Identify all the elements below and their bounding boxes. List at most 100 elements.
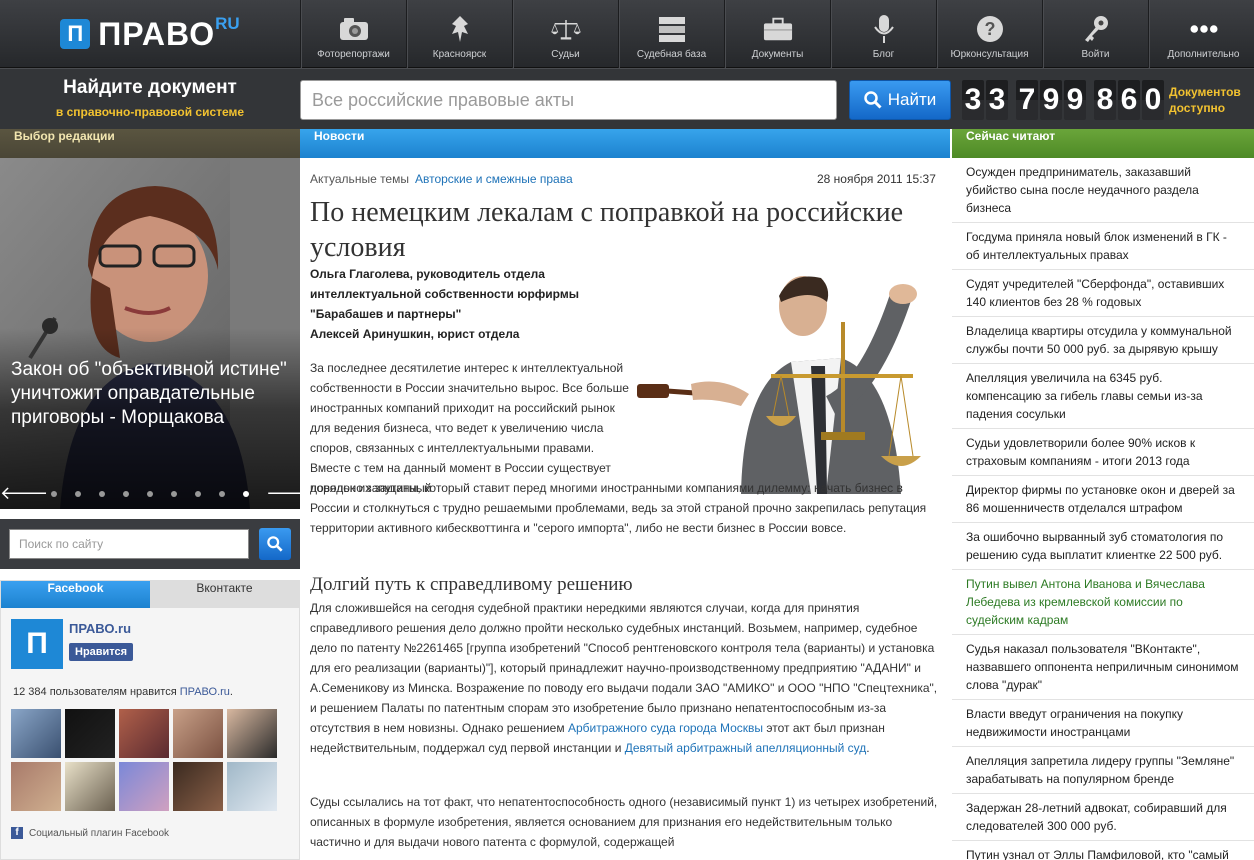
nav-login[interactable]: Войти	[1042, 0, 1148, 68]
news-item[interactable]: Директор фирмы по установке окон и двере…	[952, 476, 1254, 523]
news-item[interactable]: За ошибочно вырванный зуб стоматология п…	[952, 523, 1254, 570]
question-icon: ?	[975, 14, 1005, 44]
document-search-input[interactable]	[300, 80, 837, 120]
carousel-dot[interactable]	[99, 490, 105, 497]
facebook-plugin-label: Социальный плагин Facebook	[29, 827, 170, 839]
avatar[interactable]	[173, 762, 223, 811]
social-widget: Facebook Вконтакте П ПРАВО.ru Нравится 1…	[0, 580, 300, 860]
paragraph-text: .	[866, 741, 870, 755]
article-title: По немецким лекалам с поправкой на росси…	[310, 197, 904, 263]
news-item[interactable]: Власти введут ограничения на покупку нед…	[952, 700, 1254, 747]
nav-consultation[interactable]: ? Юрконсультация	[936, 0, 1042, 68]
nav-blog[interactable]: Блог	[830, 0, 936, 68]
crumb-topics[interactable]: Актуальные темы	[310, 172, 409, 186]
facebook-plugin-note[interactable]: f Социальный плагин Facebook	[11, 827, 169, 839]
nav-photoreports[interactable]: Фоторепортажи	[300, 0, 406, 68]
counter-digit: 0	[1142, 80, 1164, 120]
avatar[interactable]	[11, 762, 61, 811]
news-item[interactable]: Апелляция увеличила на 6345 руб. компенс…	[952, 364, 1254, 429]
microphone-icon	[869, 14, 899, 44]
page-logo[interactable]: П	[11, 619, 63, 669]
find-button[interactable]: Найти	[849, 80, 951, 120]
site-search-button[interactable]	[259, 528, 291, 560]
like-button[interactable]: Нравится	[69, 643, 134, 661]
carousel-dots	[34, 490, 266, 497]
author-line: "Барабашев и партнеры"	[310, 307, 462, 321]
nav-court-base[interactable]: Судебная база	[618, 0, 724, 68]
carousel-dot-active[interactable]	[243, 490, 249, 497]
site-logo[interactable]: П ПРАВО RU	[0, 0, 300, 68]
likes-count-link[interactable]: ПРАВО.ru	[180, 686, 230, 698]
counter-label-line1: Документов	[1169, 85, 1241, 99]
now-reading-list: Осужден предприниматель, заказавший убий…	[952, 158, 1254, 860]
nav-judges[interactable]: Судьи	[512, 0, 618, 68]
featured-story[interactable]: Закон об "объективной истине" уничтожит …	[0, 158, 300, 509]
link-ninth-appeal-court[interactable]: Девятый арбитражный апелляционный суд	[625, 741, 867, 755]
news-article: Актуальные темы Авторские и смежные права…	[300, 158, 952, 860]
search-icon	[267, 536, 283, 552]
more-dots-icon	[1189, 14, 1219, 44]
nav-label: Судебная база	[636, 49, 707, 60]
avatar[interactable]	[119, 709, 169, 758]
carousel-dot[interactable]	[219, 490, 225, 497]
arrow-left-icon[interactable]: 🡐	[0, 483, 48, 504]
counter-digit: 3	[962, 80, 984, 120]
find-button-label: Найти	[887, 90, 937, 109]
news-item[interactable]: Судьи удовлетворили более 90% исков к ст…	[952, 429, 1254, 476]
avatar[interactable]	[119, 762, 169, 811]
scales-icon	[550, 14, 581, 44]
article-paragraph: Суды ссылались на тот факт, что непатент…	[310, 795, 938, 849]
likes-count-text: 12 384 пользователям нравится	[13, 686, 180, 698]
keys-icon	[1081, 14, 1111, 44]
tab-facebook[interactable]: Facebook	[1, 581, 150, 608]
news-item[interactable]: Задержан 28-летний адвокат, собиравший д…	[952, 794, 1254, 841]
counter-digit: 9	[1040, 80, 1062, 120]
news-header[interactable]: Новости	[300, 129, 950, 158]
svg-text:?: ?	[984, 19, 995, 39]
social-tabs: Facebook Вконтакте	[1, 581, 299, 608]
top-navigation-bar: П ПРАВО RU Фоторепортажи Красноярск Судь…	[0, 0, 1254, 68]
logo-suffix: RU	[215, 14, 240, 33]
site-search-input[interactable]	[9, 529, 249, 559]
carousel-dot[interactable]	[195, 490, 201, 497]
news-item[interactable]: Владелица квартиры отсудила у коммунальн…	[952, 317, 1254, 364]
news-item[interactable]: Судья наказал пользователя "ВКонтакте", …	[952, 635, 1254, 700]
carousel-dot[interactable]	[123, 490, 129, 497]
avatar[interactable]	[173, 709, 223, 758]
news-item[interactable]: Путин узнал от Эллы Памфиловой, кто "сам…	[952, 841, 1254, 860]
article-illustration	[631, 266, 934, 494]
crumb-copyright[interactable]: Авторские и смежные права	[415, 172, 573, 186]
tab-vkontakte[interactable]: Вконтакте	[150, 581, 299, 608]
nav-label: Судьи	[551, 49, 580, 60]
featured-photo	[0, 158, 300, 509]
nav-documents[interactable]: Документы	[724, 0, 830, 68]
carousel-dot[interactable]	[171, 490, 177, 497]
page-name[interactable]: ПРАВО.ru	[69, 621, 131, 636]
news-item[interactable]: Путин вывел Антона Иванова и Вячеслава Л…	[952, 570, 1254, 635]
document-counter: 3 3 7 9 9 8 6 0	[962, 80, 1166, 120]
nav-more[interactable]: Дополнительно	[1148, 0, 1254, 68]
avatar[interactable]	[227, 709, 277, 758]
likes-count: 12 384 пользователям нравится ПРАВО.ru.	[13, 686, 233, 698]
avatar[interactable]	[227, 762, 277, 811]
news-item[interactable]: Осужден предприниматель, заказавший убий…	[952, 158, 1254, 223]
news-item[interactable]: Судят учредителей "Сберфонда", оставивши…	[952, 270, 1254, 317]
carousel-dot[interactable]	[75, 490, 81, 497]
arrow-right-icon[interactable]: 🡒	[266, 483, 300, 504]
main-nav: Фоторепортажи Красноярск Судьи Судебная …	[300, 0, 1254, 68]
nav-krasnoyarsk[interactable]: Красноярск	[406, 0, 512, 68]
find-document-title: Найдите документ	[63, 77, 237, 98]
facebook-icon: f	[11, 827, 23, 839]
counter-label: Документов доступно	[1169, 84, 1241, 116]
avatar[interactable]	[65, 762, 115, 811]
news-item[interactable]: Апелляция запретила лидеру группы "Земля…	[952, 747, 1254, 794]
news-item[interactable]: Госдума приняла новый блок изменений в Г…	[952, 223, 1254, 270]
avatar[interactable]	[11, 709, 61, 758]
carousel-dot[interactable]	[51, 490, 57, 497]
now-reading-header[interactable]: Сейчас читают	[952, 129, 1254, 158]
featured-title[interactable]: Закон об "объективной истине" уничтожит …	[11, 358, 296, 430]
avatar[interactable]	[65, 709, 115, 758]
link-arbitration-moscow[interactable]: Арбитражного суда города Москвы	[568, 721, 763, 735]
carousel-dot[interactable]	[147, 490, 153, 497]
editors-choice-header[interactable]: Выбор редакции	[0, 129, 300, 158]
